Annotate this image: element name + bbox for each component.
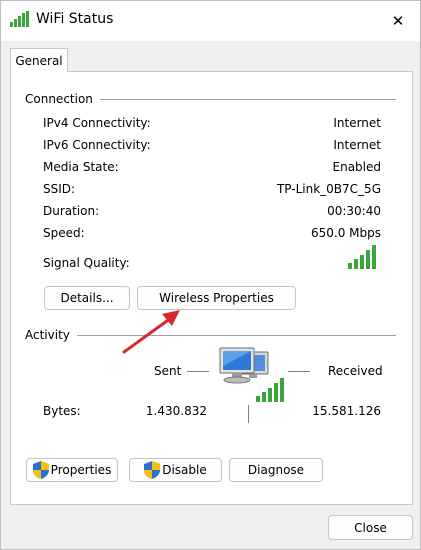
received-label: Received — [328, 364, 383, 378]
bytes-sent-value: 1.430.832 — [145, 404, 207, 418]
properties-button[interactable]: Properties — [26, 458, 118, 482]
received-connector-line — [288, 371, 310, 372]
signal-quality-icon — [348, 245, 379, 272]
connection-divider — [100, 99, 396, 100]
duration-label: Duration: — [43, 204, 100, 218]
ipv6-value: Internet — [333, 138, 381, 152]
wifi-signal-icon — [10, 11, 30, 30]
diagnose-button[interactable]: Diagnose — [229, 458, 323, 482]
bytes-received-value: 15.581.126 — [312, 404, 381, 418]
media-state-label: Media State: — [43, 160, 119, 174]
network-computers-icon — [216, 344, 284, 409]
tab-general[interactable]: General — [10, 48, 68, 72]
ipv6-label: IPv6 Connectivity: — [43, 138, 151, 152]
window-title: WiFi Status — [36, 11, 114, 27]
network-connector-line — [248, 405, 249, 423]
ssid-label: SSID: — [43, 182, 76, 196]
bytes-label: Bytes: — [43, 404, 81, 418]
wifi-status-dialog: WiFi Status ✕ General Connection IPv4 Co… — [0, 0, 421, 550]
sent-label: Sent — [154, 364, 182, 378]
activity-heading: Activity — [25, 328, 70, 342]
ipv4-value: Internet — [333, 116, 381, 130]
ipv4-label: IPv4 Connectivity: — [43, 116, 151, 130]
properties-button-label: Properties — [50, 463, 112, 477]
title-bar: WiFi Status ✕ — [1, 1, 420, 41]
tab-general-label: General — [15, 53, 63, 68]
ssid-value: TP-Link_0B7C_5G — [276, 182, 381, 196]
sent-connector-line — [187, 371, 209, 372]
red-arrow-annotation — [116, 236, 186, 363]
close-button[interactable]: Close — [328, 515, 413, 540]
connection-heading: Connection — [25, 92, 93, 106]
general-panel: Connection IPv4 Connectivity: Internet I… — [10, 71, 413, 505]
speed-label: Speed: — [43, 226, 85, 240]
speed-value: 650.0 Mbps — [310, 226, 381, 240]
media-state-value: Enabled — [332, 160, 382, 174]
uac-shield-icon — [32, 461, 49, 479]
close-icon: ✕ — [391, 12, 405, 30]
uac-shield-icon — [144, 461, 161, 479]
disable-button[interactable]: Disable — [129, 458, 222, 482]
disable-button-label: Disable — [162, 463, 207, 477]
duration-value: 00:30:40 — [327, 204, 381, 218]
title-close-button[interactable]: ✕ — [384, 7, 412, 35]
